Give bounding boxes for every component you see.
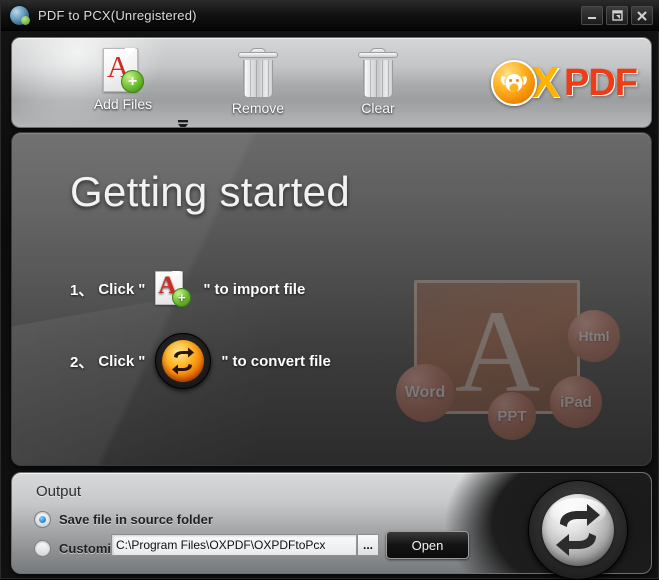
watermark-orb-ppt: PPT [488, 392, 536, 440]
convert-button[interactable] [528, 480, 628, 580]
step-1-number: 1、 [70, 281, 94, 299]
page-title: Getting started [70, 168, 350, 215]
step-2-action: Click [98, 352, 135, 370]
window-title: PDF to PCX(Unregistered) [38, 8, 197, 23]
close-button[interactable] [631, 6, 653, 25]
convert-icon[interactable] [155, 333, 212, 389]
restore-button[interactable] [606, 6, 628, 25]
output-title: Output [36, 483, 82, 500]
window-controls [581, 6, 653, 25]
browse-folder-button[interactable]: ... [357, 534, 379, 556]
add-files-dropdown-button[interactable] [172, 116, 194, 127]
add-files-label: Add Files [93, 96, 153, 112]
radio-customize[interactable] [34, 540, 51, 557]
chevron-down-icon [178, 120, 188, 127]
ox-head-icon [490, 60, 537, 106]
toolbar: A + Add Files Remove Clear X PDF [11, 37, 652, 128]
open-button[interactable]: Open [386, 531, 469, 559]
pdf-a-icon: A [414, 280, 580, 414]
title-bar: PDF to PCX(Unregistered) [1, 1, 659, 31]
step-1-tail: to import file [214, 280, 306, 298]
step-1-quote-close: " [203, 280, 211, 298]
globe-icon [10, 6, 30, 25]
remove-label: Remove [231, 100, 285, 116]
radio-row-source-folder[interactable]: Save file in source folder [34, 511, 213, 528]
pdf-add-icon: A + [155, 271, 193, 307]
step-1-quote-open: " [138, 280, 146, 298]
trash-icon [358, 48, 398, 98]
add-files-button[interactable]: A + Add Files [77, 48, 169, 120]
step-2-number: 2、 [70, 353, 94, 371]
output-path-input[interactable]: C:\Program Files\OXPDF\OXPDFtoPcx [111, 534, 356, 556]
logo-pdf-text: PDF [564, 62, 638, 104]
watermark-orb-ipad: iPad [550, 376, 602, 428]
step-1: 1、 Click " A + " to import file [70, 271, 305, 307]
clear-button[interactable]: Clear [332, 48, 424, 120]
step-2-tail: to convert file [232, 352, 331, 370]
convert-icon [542, 494, 614, 566]
output-path-value: C:\Program Files\OXPDF\OXPDFtoPcx [116, 538, 326, 552]
step-2-quote-close: " [221, 352, 229, 370]
watermark-orb-html: Html [568, 310, 620, 362]
oxpdf-logo: X PDF [490, 58, 638, 108]
radio-save-in-source[interactable] [34, 511, 51, 528]
background-watermark: A Word PPT iPad Html [396, 276, 646, 465]
pdf-add-icon: A + [102, 48, 144, 94]
step-1-action: Click [98, 280, 135, 298]
step-2-quote-open: " [138, 352, 146, 370]
watermark-orb-word: Word [396, 364, 454, 422]
main-panel: A Word PPT iPad Html Getting started 1、 … [11, 132, 652, 466]
application-window: PDF to PCX(Unregistered) A + Add Files R… [0, 0, 659, 580]
trash-icon [238, 48, 278, 98]
remove-button[interactable]: Remove [212, 48, 304, 120]
minimize-button[interactable] [581, 6, 603, 25]
clear-label: Clear [361, 100, 395, 116]
step-2: 2、 Click " " to convert file [70, 333, 331, 389]
radio-save-in-source-label: Save file in source folder [59, 512, 213, 527]
